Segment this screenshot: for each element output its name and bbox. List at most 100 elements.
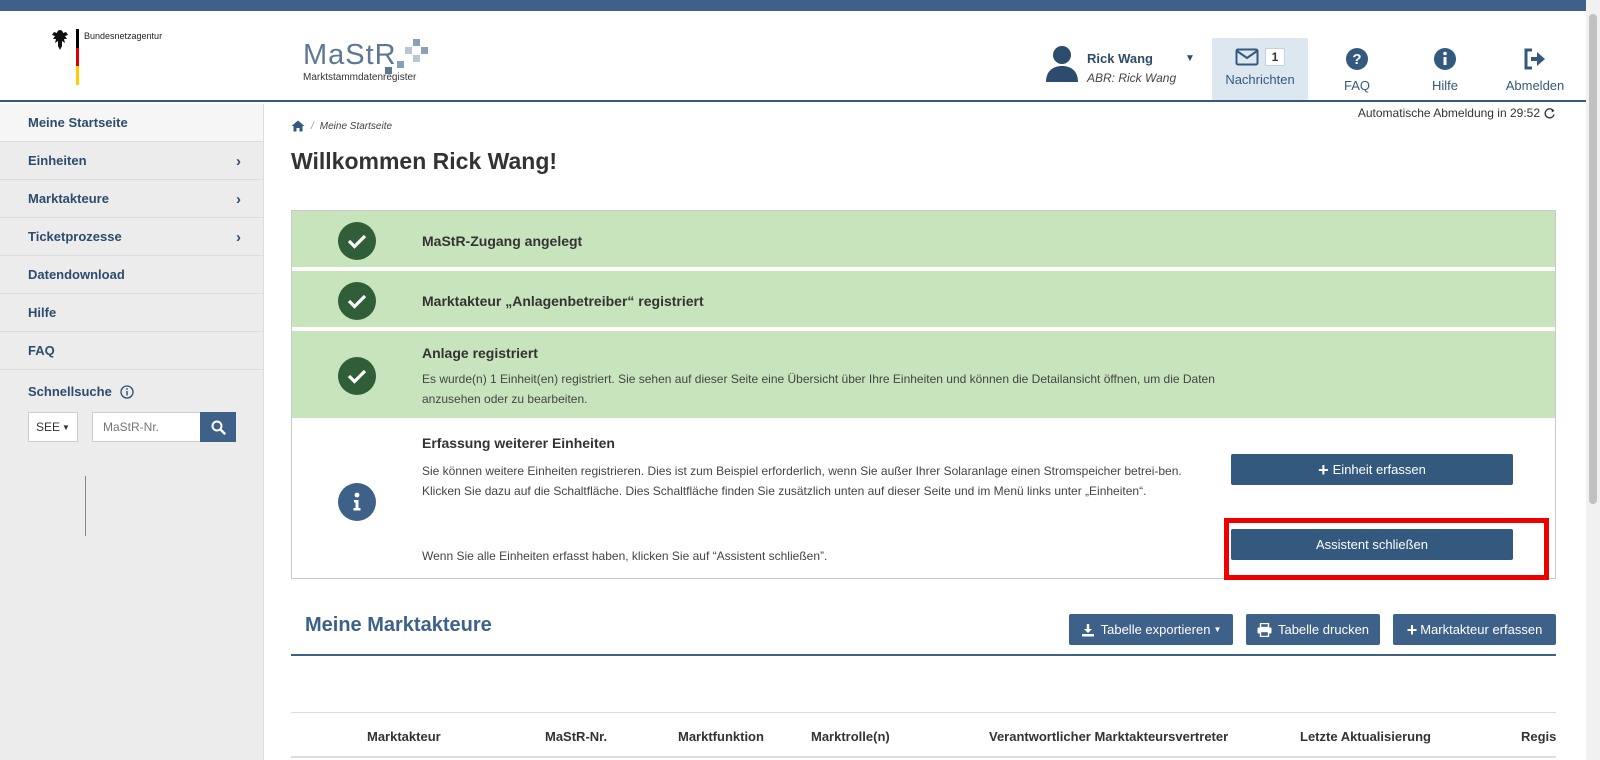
envelope-icon (1235, 48, 1259, 66)
quick-search-button[interactable] (200, 412, 236, 442)
sidebar-item-label: Datendownload (28, 267, 125, 282)
messages-label: Nachrichten (1225, 72, 1295, 87)
header: Bundesnetzagentur MaStR Marktstammdatenr… (0, 11, 1600, 102)
faq-button[interactable]: ? FAQ (1330, 38, 1384, 100)
user-avatar-icon (1046, 46, 1078, 82)
sidebar-item-hilfe[interactable]: Hilfe (0, 294, 263, 332)
table-header: Marktakteur MaStR-Nr. Marktfunktion Mark… (291, 712, 1556, 758)
chevron-right-icon: › (236, 191, 241, 208)
plus-icon: + (1318, 459, 1329, 480)
sidebar-item-label: Meine Startseite (28, 115, 128, 130)
check-circle-icon (338, 357, 376, 395)
home-icon[interactable] (291, 120, 305, 132)
sidebar-item-faq[interactable]: FAQ (0, 332, 263, 370)
quick-select-value: SEE (36, 420, 61, 434)
add-unit-button[interactable]: + Einheit erfassen (1231, 454, 1513, 485)
sign-out-icon (1524, 48, 1545, 70)
step-description: Sie können weitere Einheiten registriere… (422, 464, 1182, 498)
quick-search-type-select[interactable]: SEE ▼ (28, 412, 78, 442)
user-name: Rick Wang (1087, 51, 1153, 66)
sidebar-item-marktakteure[interactable]: Marktakteure › (0, 180, 263, 218)
messages-badge: 1 (1264, 48, 1286, 66)
quick-search-form: SEE ▼ (28, 412, 236, 442)
plus-icon: + (1406, 619, 1418, 640)
sidebar-item-label: Einheiten (28, 153, 87, 168)
add-actor-label: Marktakteur erfassen (1420, 622, 1543, 637)
auto-logout-timer: Automatische Abmeldung in 29:52 (1358, 106, 1556, 120)
caret-down-icon: ▼ (62, 422, 70, 432)
step-description-close: Wenn Sie alle Einheiten erfasst haben, k… (422, 549, 828, 563)
faq-label: FAQ (1343, 78, 1370, 93)
export-table-button[interactable]: Tabelle exportieren ▼ (1069, 614, 1233, 645)
download-icon (1081, 623, 1094, 636)
step-title: Erfassung weiterer Einheiten (422, 435, 615, 451)
info-icon (1434, 48, 1456, 70)
step-description: Es wurde(n) 1 Einheit(en) registriert. S… (422, 372, 1215, 406)
column-header-mastr-nr[interactable]: MaStR-Nr. (545, 729, 607, 744)
section-title: Meine Marktakteure (305, 614, 492, 636)
print-icon (1257, 622, 1272, 637)
column-header-roles[interactable]: Marktrolle(n) (811, 729, 890, 744)
column-header-function[interactable]: Marktfunktion (678, 729, 764, 744)
step-title: Anlage registriert (422, 345, 538, 361)
column-header-representative[interactable]: Verantwortlicher Marktakteursvertreter (989, 729, 1228, 744)
top-accent-bar (0, 0, 1600, 11)
sidebar-item-label: FAQ (28, 343, 55, 358)
sidebar-item-einheiten[interactable]: Einheiten › (0, 142, 263, 180)
logout-label: Abmelden (1505, 78, 1565, 93)
page-title: Willkommen Rick Wang! (291, 148, 558, 174)
help-button[interactable]: Hilfe (1418, 38, 1472, 100)
step-title: MaStR-Zugang angelegt (422, 233, 583, 249)
user-abr: ABR: Rick Wang (1087, 71, 1177, 85)
column-header-actor[interactable]: Marktakteur (367, 729, 441, 744)
column-header-last-update[interactable]: Letzte Aktualisierung (1300, 729, 1431, 744)
sidebar: Meine Startseite Einheiten › Marktakteure… (0, 104, 264, 760)
german-flag (76, 29, 79, 85)
step-unit-registered: Anlage registriert Es wurde(n) 1 Einheit… (292, 331, 1555, 421)
chevron-right-icon: › (236, 229, 241, 246)
auto-logout-text: Automatische Abmeldung in 29:52 (1357, 106, 1540, 120)
eagle-icon (52, 30, 68, 50)
messages-button[interactable]: 1 Nachrichten (1212, 38, 1308, 100)
sidebar-item-startseite[interactable]: Meine Startseite (0, 104, 263, 142)
check-circle-icon (338, 282, 376, 320)
quick-search-input[interactable] (92, 412, 200, 442)
mastr-logo[interactable]: MaStR Marktstammdatenregister (303, 39, 428, 83)
print-table-button[interactable]: Tabelle drucken (1246, 614, 1380, 645)
quick-search-label: Schnellsuche (28, 384, 112, 399)
print-label: Tabelle drucken (1277, 622, 1370, 637)
svg-text:?: ? (1352, 51, 1361, 68)
refresh-icon[interactable] (1543, 107, 1556, 120)
check-circle-icon (338, 222, 376, 260)
quick-search-heading: Schnellsuche (0, 370, 263, 399)
step-title: Marktakteur „Anlagenbetreiber“ registrie… (422, 293, 704, 309)
export-label: Tabelle exportieren (1100, 622, 1211, 637)
caret-down-icon: ▼ (1185, 53, 1195, 64)
help-label: Hilfe (1431, 78, 1458, 93)
scrollbar-thumb[interactable] (1589, 14, 1597, 504)
sidebar-item-ticketprozesse[interactable]: Ticketprozesse › (0, 218, 263, 256)
chevron-right-icon: › (236, 153, 241, 170)
sidebar-item-label: Ticketprozesse (28, 229, 122, 244)
caret-down-icon: ▼ (1213, 625, 1222, 634)
page-scrollbar[interactable] (1586, 0, 1600, 760)
breadcrumb-separator: / (311, 120, 314, 132)
sidebar-item-label: Hilfe (28, 305, 57, 320)
step-access-created: MaStR-Zugang angelegt (292, 211, 1555, 271)
info-icon (338, 483, 376, 521)
logo-dots (385, 39, 431, 75)
divider (85, 476, 86, 536)
breadcrumb-current: Meine Startseite (319, 120, 393, 132)
column-header-registration[interactable]: Regis (1521, 729, 1556, 744)
search-icon (211, 420, 226, 435)
question-icon: ? (1346, 48, 1368, 70)
highlight-box (1224, 518, 1549, 580)
step-actor-registered: Marktakteur „Anlagenbetreiber“ registrie… (292, 271, 1555, 331)
sidebar-item-datendownload[interactable]: Datendownload (0, 256, 263, 294)
add-actor-button[interactable]: + Marktakteur erfassen (1393, 614, 1556, 645)
sidebar-item-label: Marktakteure (28, 191, 109, 206)
section-divider (291, 654, 1556, 656)
logout-button[interactable]: Abmelden (1500, 38, 1570, 100)
info-circle-icon[interactable] (120, 384, 134, 399)
add-unit-label: Einheit erfassen (1332, 462, 1426, 477)
